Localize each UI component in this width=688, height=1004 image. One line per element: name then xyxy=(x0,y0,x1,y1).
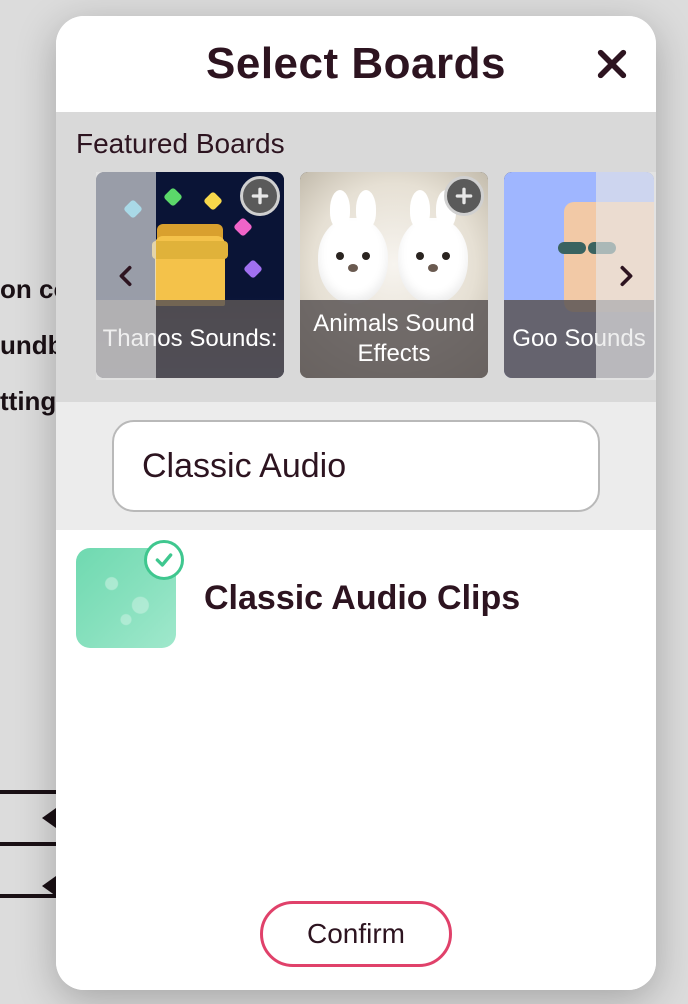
board-label: Animals Sound Effects xyxy=(300,300,488,378)
select-boards-modal: Select Boards Featured Boards Thanos Sou… xyxy=(56,16,656,990)
modal-header: Select Boards xyxy=(56,16,656,112)
plus-icon xyxy=(454,186,474,206)
add-board-button[interactable] xyxy=(444,176,484,216)
chevron-left-icon xyxy=(115,261,137,291)
carousel-prev-button[interactable] xyxy=(96,172,156,380)
featured-board-card[interactable]: Animals Sound Effects xyxy=(300,172,488,378)
modal-title: Select Boards xyxy=(206,39,506,89)
add-board-button[interactable] xyxy=(240,176,280,216)
result-label: Classic Audio Clips xyxy=(204,579,520,618)
confirm-button[interactable]: Confirm xyxy=(260,901,452,967)
featured-carousel: Thanos Sounds: Animals Sound Effects Goo… xyxy=(56,172,656,380)
check-icon xyxy=(154,550,174,570)
close-button[interactable] xyxy=(590,42,634,86)
plus-icon xyxy=(250,186,270,206)
close-icon xyxy=(595,47,629,81)
background-decoration xyxy=(0,790,60,898)
carousel-next-button[interactable] xyxy=(596,172,656,380)
results-list: Classic Audio Clips xyxy=(56,530,656,878)
result-item[interactable]: Classic Audio Clips xyxy=(76,548,636,648)
result-thumbnail xyxy=(76,548,176,648)
featured-heading: Featured Boards xyxy=(56,128,656,172)
chevron-right-icon xyxy=(615,261,637,291)
modal-footer: Confirm xyxy=(56,878,656,990)
featured-section: Featured Boards Thanos Sounds: xyxy=(56,112,656,402)
search-input[interactable] xyxy=(112,420,600,512)
search-section xyxy=(56,402,656,530)
selected-badge xyxy=(144,540,184,580)
